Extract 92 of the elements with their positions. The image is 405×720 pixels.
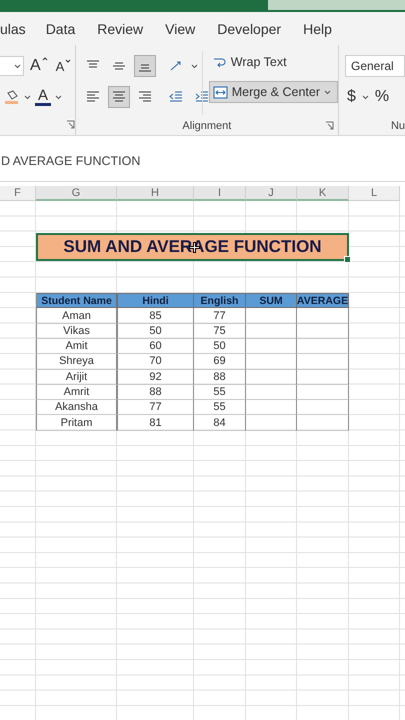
chevron-icon [324,90,331,94]
table-cell [297,324,349,339]
table-cell: 85 [117,308,194,324]
ribbon-tab[interactable]: Review [97,18,144,38]
table-cell: 55 [194,400,246,416]
align-left-icon [86,91,100,103]
dialog-launcher-icon[interactable] [325,121,334,130]
column-header[interactable]: F [0,186,36,202]
font-color-button[interactable]: A [35,88,52,106]
ribbon-tab[interactable]: ulas [0,18,26,38]
chevron-icon[interactable] [55,94,62,100]
table-cell [246,338,297,354]
table-cell [297,338,349,354]
table-cell [246,400,297,416]
percent-button[interactable]: % [372,88,392,106]
chevron-icon[interactable] [362,94,369,100]
align-center-button[interactable] [108,86,130,108]
align-middle-icon [112,60,126,72]
table-header-cell: AVERAGE [297,293,349,308]
column-header[interactable]: J [246,186,297,202]
table-cell: Amrit [36,384,117,400]
ribbon-tab[interactable]: Help [303,18,332,38]
table-cell: 77 [117,400,194,416]
ribbon-tab[interactable]: Developer [217,18,282,38]
column-header[interactable]: I [194,186,246,202]
grow-font-button[interactable]: A [28,57,50,75]
chevron-icon[interactable] [190,64,198,68]
number-format-field[interactable]: General [345,55,405,77]
column-header[interactable]: H [117,186,194,202]
table-cell [297,308,349,324]
table-cell [297,370,349,385]
table-cell [246,324,297,339]
table-cell: 50 [194,338,246,354]
group-label: Alignment [182,120,232,132]
caret-icon [42,57,48,61]
indent-increase-icon [194,91,209,103]
table-cell: 50 [117,324,194,339]
table-cell [297,400,349,416]
shrink-font-button[interactable]: A [54,58,74,74]
group-label: Nu [390,120,405,132]
table-cell [297,384,349,400]
dialog-launcher-icon[interactable] [66,120,75,129]
table-cell: Pritam [36,415,117,431]
table-cell: 88 [194,370,246,385]
table-cell [297,354,349,370]
column-header[interactable]: G [36,186,117,202]
column-header[interactable]: L [349,186,400,202]
caret-icon [65,58,72,62]
table-cell: Arijit [36,370,117,385]
table-cell: 70 [117,354,194,370]
table-cell: 55 [194,384,246,400]
align-center-icon [112,91,126,103]
search-field[interactable] [268,0,405,10]
table-cell: Vikas [36,324,117,339]
table-cell [246,415,297,431]
chevron-icon[interactable] [24,94,31,100]
ribbon-tab[interactable]: Data [46,18,76,38]
table-header-cell: SUM [246,293,297,308]
table-cell: 88 [117,384,194,400]
chevron-icon [14,64,21,68]
table-cell [246,370,297,385]
merge-center-button[interactable]: Merge & Center [208,81,338,103]
table-cell [246,354,297,370]
currency-button[interactable]: $ [345,88,358,106]
align-right-icon [138,91,152,103]
table-cell: 69 [194,354,246,370]
table-header-cell: Hindi [117,293,194,308]
table-cell: Akansha [36,400,117,416]
ribbon-tab[interactable]: View [165,18,196,38]
wrap-text-button[interactable]: Wrap Text [208,51,338,73]
align-bottom-button[interactable] [134,55,156,77]
table-cell: 75 [194,324,246,339]
table-header-cell: English [194,293,246,308]
table-cell: 92 [117,370,194,385]
formula-bar-value[interactable]: D AVERAGE FUNCTION [1,154,140,168]
table-cell [246,308,297,324]
table-cell: 60 [117,338,194,354]
table-cell [246,384,297,400]
table-header-cell: Student Name [36,293,117,308]
font-size-field[interactable] [0,56,24,76]
orientation-icon [168,60,183,72]
table-cell: Aman [36,308,117,324]
column-header[interactable]: K [297,186,349,202]
table-cell: Shreya [36,354,117,370]
table-cell [297,415,349,431]
indent-decrease-icon [168,91,183,103]
table-cell: 81 [117,415,194,431]
merge-cells-icon [212,86,228,98]
table-cell: Amit [36,338,117,354]
table-cell: 84 [194,415,246,431]
table-cell: 77 [194,308,246,324]
fill-color-icon[interactable] [4,90,20,104]
